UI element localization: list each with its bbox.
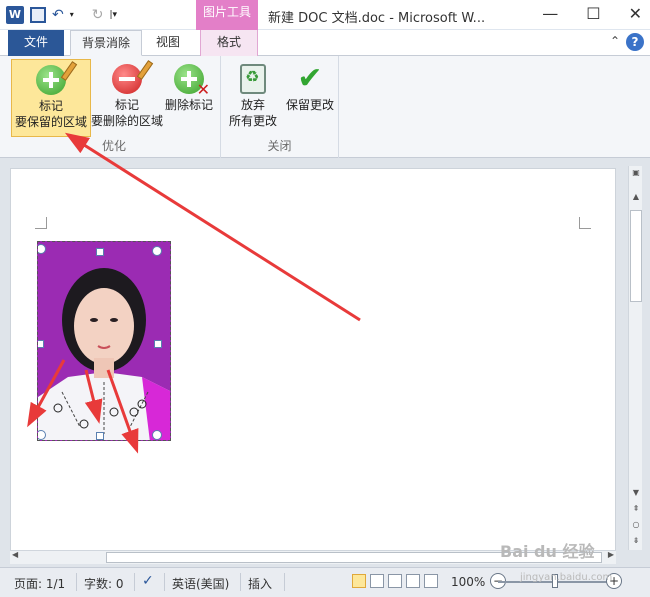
group-optimize: 标记 要保留的区域 标记 要删除的区域 ✕ 删除标记 优化 — [8, 56, 221, 158]
outline-view-icon[interactable] — [406, 574, 420, 588]
discard-all-changes-button[interactable]: 放弃 所有更改 — [223, 59, 283, 137]
window-title: 新建 DOC 文档.doc - Microsoft W... — [268, 11, 486, 26]
resize-handle[interactable] — [152, 246, 162, 256]
delete-mark-label: 删除标记 — [164, 98, 213, 112]
watermark-logo: Bai du 经验 — [500, 542, 595, 561]
document-page[interactable] — [10, 168, 616, 558]
help-icon[interactable]: ? — [626, 33, 644, 51]
group-close: 放弃 所有更改 ✔ 保留更改 关闭 — [221, 56, 339, 158]
keep-changes-button[interactable]: ✔ 保留更改 — [279, 59, 341, 137]
close-button[interactable]: ✕ — [629, 4, 642, 23]
resize-handle[interactable] — [96, 432, 104, 440]
group-label-optimize: 优化 — [101, 139, 126, 153]
tab-background-removal[interactable]: 背景消除 — [70, 30, 142, 56]
word-app-icon[interactable]: W — [6, 6, 24, 24]
document-area — [0, 158, 650, 567]
page-count[interactable]: 页面: 1/1 — [14, 575, 65, 592]
redo-icon[interactable]: ↻ — [92, 7, 104, 23]
insert-mode-indicator[interactable]: 插入 — [248, 575, 272, 592]
next-page-icon[interactable]: ⇟ — [629, 536, 643, 545]
delete-mark-icon: ✕ — [174, 64, 210, 98]
discard-label-2: 所有更改 — [228, 114, 277, 128]
minimize-ribbon-icon[interactable]: ⌃ — [610, 34, 620, 48]
maximize-button[interactable]: ☐ — [586, 4, 600, 23]
mark-keep-label-1: 标记 — [38, 99, 63, 113]
undo-dropdown-icon[interactable]: ▾ — [70, 7, 86, 23]
mark-areas-to-keep-button[interactable]: 标记 要保留的区域 — [11, 59, 91, 137]
resize-handle[interactable] — [154, 340, 162, 348]
save-icon[interactable] — [30, 7, 46, 23]
minimize-button[interactable]: — — [542, 4, 558, 23]
language-indicator[interactable]: 英语(美国) — [172, 575, 229, 592]
watermark-url: jingyan.baidu.com — [520, 572, 613, 583]
delete-mark-button[interactable]: ✕ 删除标记 — [156, 59, 222, 137]
mark-remove-icon — [112, 60, 154, 94]
browse-object-icon[interactable]: ○ — [629, 520, 643, 529]
ruler-toggle-icon[interactable]: ▣ — [629, 168, 643, 177]
portrait-image[interactable] — [37, 241, 171, 441]
print-layout-view-icon[interactable] — [352, 574, 366, 588]
quick-access-toolbar: W ↶ ▾ ↻ |▾ — [6, 6, 125, 24]
mark-keep-icon — [36, 61, 78, 95]
tab-file[interactable]: 文件 — [8, 30, 64, 56]
scroll-down-icon[interactable]: ▼ — [629, 488, 643, 497]
resize-handle[interactable] — [152, 430, 162, 440]
full-screen-reading-view-icon[interactable] — [370, 574, 384, 588]
scroll-left-icon[interactable]: ◀ — [12, 550, 18, 559]
zoom-level[interactable]: 100% — [451, 575, 485, 589]
checkmark-icon: ✔ — [297, 61, 323, 96]
window-controls: — ☐ ✕ — [542, 4, 642, 23]
word-count[interactable]: 字数: 0 — [84, 575, 124, 592]
undo-icon[interactable]: ↶ — [52, 7, 64, 23]
vertical-scrollbar[interactable]: ▣ ▲ ▼ ⇞ ○ ⇟ — [628, 166, 642, 550]
resize-handle[interactable] — [38, 340, 44, 348]
draft-view-icon[interactable] — [424, 574, 438, 588]
previous-page-icon[interactable]: ⇞ — [629, 504, 643, 513]
ribbon: 标记 要保留的区域 标记 要删除的区域 ✕ 删除标记 优化 放弃 所有更改 ✔ … — [0, 56, 650, 158]
mark-areas-to-remove-button[interactable]: 标记 要删除的区域 — [87, 59, 167, 137]
title-bar: W ↶ ▾ ↻ |▾ 图片工具 新建 DOC 文档.doc - Microsof… — [0, 0, 650, 30]
group-label-close: 关闭 — [267, 139, 292, 153]
mark-remove-label-2: 要删除的区域 — [90, 114, 163, 128]
vertical-scroll-thumb[interactable] — [630, 210, 642, 302]
web-layout-view-icon[interactable] — [388, 574, 402, 588]
proofing-icon[interactable]: ✓ — [142, 573, 154, 589]
scroll-right-icon[interactable]: ▶ — [608, 550, 614, 559]
resize-handle[interactable] — [96, 248, 104, 256]
recycle-bin-icon — [240, 64, 266, 94]
margin-corner-top-right — [579, 217, 591, 229]
ribbon-tabs: 文件 背景消除 视图 格式 ⌃ ? — [0, 30, 650, 56]
customize-qat-icon[interactable]: |▾ — [109, 7, 125, 23]
discard-label-1: 放弃 — [240, 98, 265, 112]
tab-view[interactable]: 视图 — [146, 30, 190, 56]
mark-remove-label-1: 标记 — [114, 98, 139, 112]
picture-tools-context: 图片工具 — [196, 0, 258, 30]
tab-format[interactable]: 格式 — [200, 30, 258, 56]
keep-changes-label: 保留更改 — [285, 98, 334, 112]
scroll-up-icon[interactable]: ▲ — [629, 192, 643, 201]
margin-corner-top-left — [35, 217, 47, 229]
mark-keep-label-2: 要保留的区域 — [14, 115, 87, 129]
portrait-drawing — [38, 242, 170, 440]
